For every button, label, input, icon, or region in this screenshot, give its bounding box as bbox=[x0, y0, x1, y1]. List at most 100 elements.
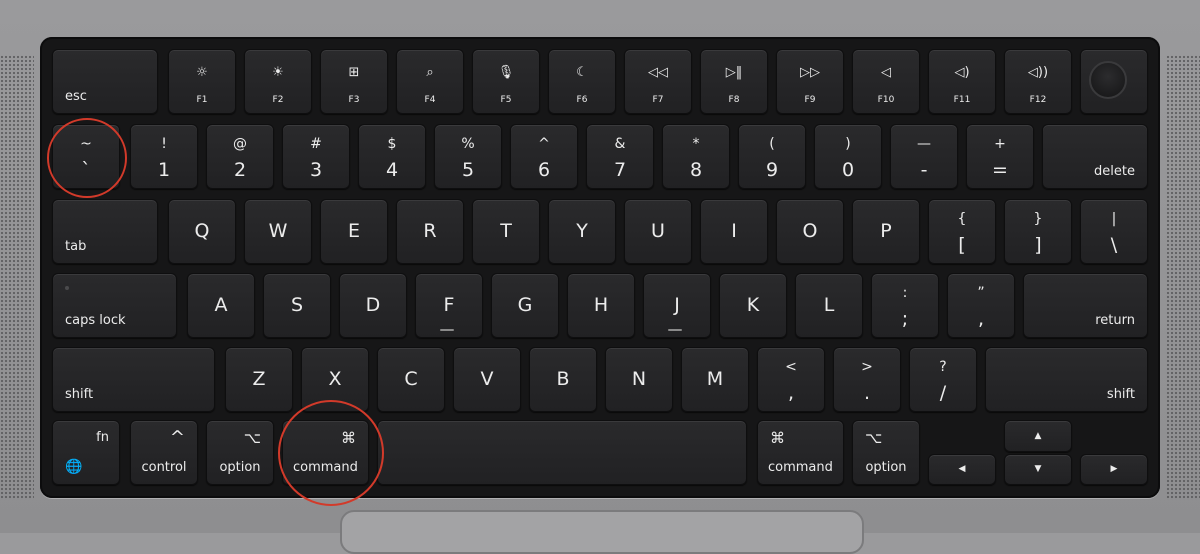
touch-id-sensor[interactable] bbox=[1089, 61, 1127, 99]
number-key-3[interactable]: #3 bbox=[282, 124, 350, 189]
f1-key[interactable]: ☼ F1 bbox=[168, 49, 236, 114]
letter-key-g[interactable]: G bbox=[491, 273, 559, 338]
trackpad[interactable] bbox=[340, 510, 864, 554]
letter-key-m[interactable]: M bbox=[681, 347, 749, 412]
letter-key-c[interactable]: C bbox=[377, 347, 445, 412]
letter-key-w[interactable]: W bbox=[244, 199, 312, 264]
number-key-2[interactable]: @2 bbox=[206, 124, 274, 189]
letter-key-r[interactable]: R bbox=[396, 199, 464, 264]
letter-key-t[interactable]: T bbox=[472, 199, 540, 264]
primary-symbol-label: 4 bbox=[385, 159, 399, 181]
punct-key-1[interactable]: >. bbox=[833, 347, 901, 412]
shift-symbol-label: < bbox=[785, 359, 797, 375]
f4-key[interactable]: ⌕ F4 bbox=[396, 49, 464, 114]
f3-key[interactable]: ⊞ F3 bbox=[320, 49, 388, 114]
caps-lock-key[interactable]: caps lock bbox=[52, 273, 177, 338]
letter-key-u[interactable]: U bbox=[624, 199, 692, 264]
control-key[interactable]: ^ control bbox=[130, 420, 198, 485]
command-right-key[interactable]: ⌘ command bbox=[757, 420, 844, 485]
letter-key-i[interactable]: I bbox=[700, 199, 768, 264]
letter-key-l[interactable]: L bbox=[795, 273, 863, 338]
option-symbol-icon: ⌥ bbox=[243, 429, 261, 447]
number-key-6[interactable]: ^ 6 bbox=[510, 124, 578, 189]
letter-label: B bbox=[556, 368, 570, 390]
delete-key[interactable]: delete bbox=[1042, 124, 1148, 189]
letter-key-j[interactable]: J bbox=[643, 273, 711, 338]
arrow-up-key[interactable]: ▲ bbox=[1004, 420, 1072, 452]
quote-key[interactable]: ”, bbox=[947, 273, 1015, 338]
return-key[interactable]: return bbox=[1023, 273, 1148, 338]
f8-key[interactable]: ▷‖ F8 bbox=[700, 49, 768, 114]
f7-key[interactable]: ◁◁ F7 bbox=[624, 49, 692, 114]
number-key-0[interactable]: ) 0 bbox=[814, 124, 882, 189]
arrow-right-key[interactable]: ▶ bbox=[1080, 454, 1148, 485]
number-key-9[interactable]: (9 bbox=[738, 124, 806, 189]
number-key--[interactable]: — - bbox=[890, 124, 958, 189]
home-row-bump bbox=[440, 329, 454, 331]
letter-key-d[interactable]: D bbox=[339, 273, 407, 338]
f11-key[interactable]: ◁) F11 bbox=[928, 49, 996, 114]
number-key-7[interactable]: & 7 bbox=[586, 124, 654, 189]
touch-id-key[interactable] bbox=[1080, 49, 1148, 114]
f1-label: F1 bbox=[196, 95, 208, 105]
f6-key[interactable]: ☾ F6 bbox=[548, 49, 616, 114]
option-right-key[interactable]: ⌥ option bbox=[852, 420, 920, 485]
letter-label: H bbox=[593, 294, 609, 316]
arrow-right-icon: ▶ bbox=[1110, 464, 1118, 474]
number-key-=[interactable]: + = bbox=[966, 124, 1034, 189]
number-key-1[interactable]: ! 1 bbox=[130, 124, 198, 189]
letter-key-x[interactable]: X bbox=[301, 347, 369, 412]
esc-key[interactable]: esc bbox=[52, 49, 158, 114]
f5-key[interactable]: 🎙 F5 bbox=[472, 49, 540, 114]
letter-key-v[interactable]: V bbox=[453, 347, 521, 412]
letter-key-o[interactable]: O bbox=[776, 199, 844, 264]
command-left-key[interactable]: ⌘ command bbox=[282, 420, 369, 485]
letter-key-q[interactable]: Q bbox=[168, 199, 236, 264]
bracket-key-2[interactable]: | \ bbox=[1080, 199, 1148, 264]
primary-symbol-label: ; bbox=[901, 308, 909, 330]
letter-key-e[interactable]: E bbox=[320, 199, 388, 264]
letter-label: N bbox=[631, 368, 647, 390]
shift-symbol-label: + bbox=[994, 136, 1006, 152]
number-key-5[interactable]: % 5 bbox=[434, 124, 502, 189]
punct-key-0[interactable]: <, bbox=[757, 347, 825, 412]
arrow-down-key[interactable]: ▼ bbox=[1004, 454, 1072, 485]
letter-key-y[interactable]: Y bbox=[548, 199, 616, 264]
letter-key-p[interactable]: P bbox=[852, 199, 920, 264]
shift-right-label: shift bbox=[1106, 387, 1135, 402]
rewind-icon: ◁◁ bbox=[648, 65, 668, 80]
f10-key[interactable]: ◁ F10 bbox=[852, 49, 920, 114]
shift-left-key[interactable]: shift bbox=[52, 347, 215, 412]
shift-symbol-label: ? bbox=[939, 359, 947, 375]
letter-key-k[interactable]: K bbox=[719, 273, 787, 338]
letter-key-a[interactable]: A bbox=[187, 273, 255, 338]
shift-right-key[interactable]: shift bbox=[985, 347, 1148, 412]
option-left-key[interactable]: ⌥ option bbox=[206, 420, 274, 485]
arrow-up-icon: ▲ bbox=[1034, 431, 1042, 441]
command-symbol-icon: ⌘ bbox=[770, 429, 785, 447]
f6-label: F6 bbox=[576, 95, 588, 105]
shift-symbol-label: @ bbox=[233, 136, 247, 152]
letter-label: Q bbox=[194, 220, 210, 242]
semicolon-key[interactable]: :; bbox=[871, 273, 939, 338]
number-key-4[interactable]: $4 bbox=[358, 124, 426, 189]
number-key-8[interactable]: * 8 bbox=[662, 124, 730, 189]
command-left-label: command bbox=[293, 460, 358, 475]
bracket-key-0[interactable]: {[ bbox=[928, 199, 996, 264]
punct-key-2[interactable]: ? / bbox=[909, 347, 977, 412]
spacebar-key[interactable] bbox=[377, 420, 747, 485]
fn-globe-key[interactable]: fn 🌐 bbox=[52, 420, 120, 485]
tab-key[interactable]: tab bbox=[52, 199, 158, 264]
letter-key-f[interactable]: F bbox=[415, 273, 483, 338]
arrow-left-key[interactable]: ◀ bbox=[928, 454, 996, 485]
backtick-key[interactable]: ~ ` bbox=[52, 124, 120, 189]
f9-key[interactable]: ▷▷ F9 bbox=[776, 49, 844, 114]
letter-key-z[interactable]: Z bbox=[225, 347, 293, 412]
bracket-key-1[interactable]: }] bbox=[1004, 199, 1072, 264]
letter-key-s[interactable]: S bbox=[263, 273, 331, 338]
letter-key-b[interactable]: B bbox=[529, 347, 597, 412]
letter-key-h[interactable]: H bbox=[567, 273, 635, 338]
f12-key[interactable]: ◁)) F12 bbox=[1004, 49, 1072, 114]
letter-key-n[interactable]: N bbox=[605, 347, 673, 412]
f2-key[interactable]: ☀ F2 bbox=[244, 49, 312, 114]
